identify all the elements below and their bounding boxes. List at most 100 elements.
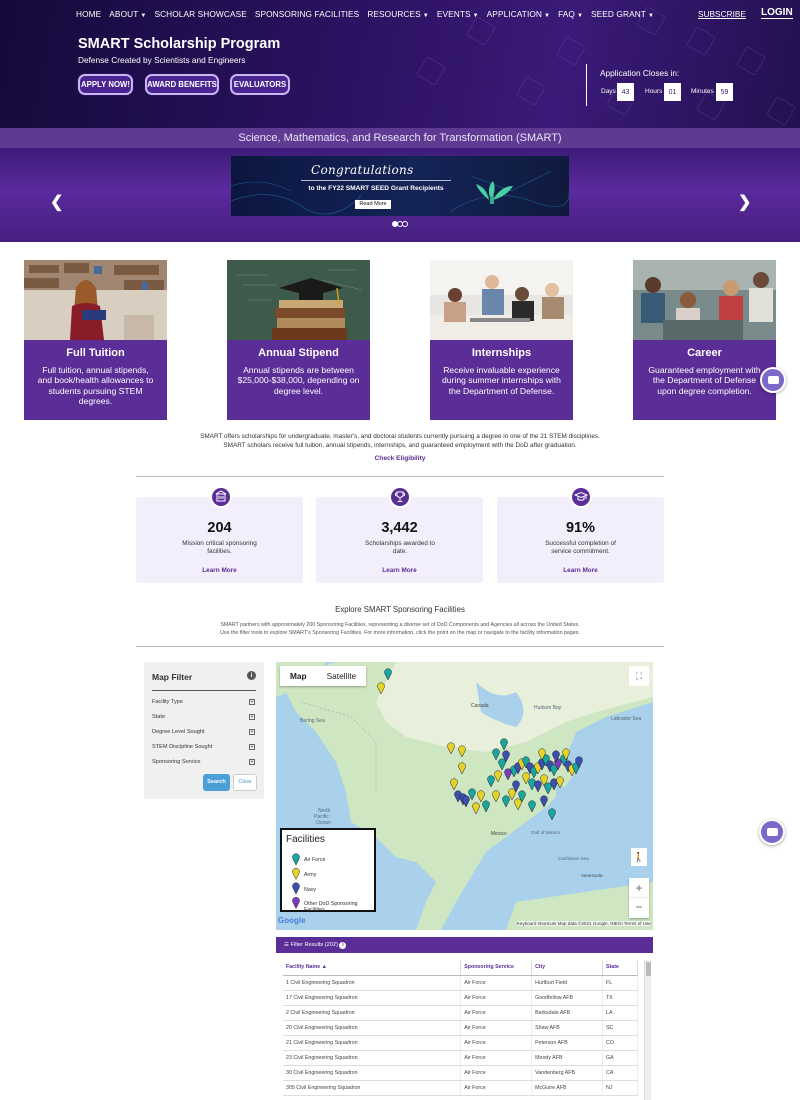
facility-marker[interactable] [292, 882, 300, 895]
filter-row-degree-level[interactable]: Degree Level Sought [152, 729, 205, 735]
benefit-card-career[interactable]: Career Guaranteed employment with the De… [633, 260, 776, 420]
stat-description: Scholarships awarded to date. [365, 540, 435, 556]
zoom-out-icon[interactable]: − [629, 898, 649, 918]
expand-icon[interactable]: + [249, 714, 255, 720]
table-cell: Vandenberg AFB [531, 1065, 603, 1081]
filter-row-stem-discipline[interactable]: STEM Discipline Sought [152, 744, 212, 750]
chevron-down-icon: ▼ [140, 13, 147, 19]
info-icon[interactable]: i [247, 671, 256, 680]
login-link[interactable]: LOGIN [761, 7, 793, 19]
tab-map[interactable]: Map [280, 666, 317, 686]
expand-icon[interactable]: + [249, 729, 255, 735]
zoom-in-icon[interactable]: + [629, 878, 649, 898]
card-body: Full tuition, annual stipends, and book/… [37, 365, 154, 407]
carousel-dot-3[interactable] [402, 221, 408, 227]
read-more-button[interactable]: Read More [355, 200, 391, 209]
chevron-down-icon: ▼ [576, 13, 584, 19]
filter-row-state[interactable]: State [152, 714, 165, 720]
facility-marker[interactable] [548, 808, 556, 821]
legend-markers [292, 853, 300, 910]
nav-item-events[interactable]: EVENTS ▼ [437, 9, 479, 21]
chat-icon[interactable] [759, 819, 785, 845]
carousel-prev-icon[interactable]: ❮ [50, 192, 63, 212]
table-row[interactable]: 21 Civil Engineering Squadron Air Force Pe… [283, 1035, 638, 1051]
explore-text-1: SMART partners with approximately 200 Sp… [220, 622, 580, 628]
column-header[interactable]: City [531, 960, 603, 976]
divider [136, 646, 664, 647]
facility-marker[interactable] [292, 896, 300, 910]
nav-item-faq[interactable]: FAQ ▼ [558, 9, 583, 21]
table-row[interactable]: 2 Civil Engineering Squadron Air Force Bar… [283, 1005, 638, 1021]
column-header[interactable]: Facility Name ▲ [283, 960, 462, 976]
svg-text:Mexico: Mexico [491, 831, 507, 837]
table-cell: 30 Civil Engineering Squadron [283, 1065, 462, 1081]
card-body: Receive invaluable experience during sum… [442, 365, 561, 396]
legend-item-navy: Navy [304, 887, 317, 893]
table-row[interactable]: 305 Civil Engineering Squadron Air Force M… [283, 1080, 638, 1096]
expand-icon[interactable]: + [249, 759, 255, 765]
card-body: Guaranteed employment with the Departmen… [648, 365, 761, 396]
legend-item-air-force: Air Force [304, 857, 326, 863]
table-row[interactable]: 30 Civil Engineering Squadron Air Force Va… [283, 1065, 638, 1081]
carousel-slide[interactable]: Congratulations to the FY22 SMART SEED G… [231, 156, 569, 216]
learn-more-link[interactable]: Learn More [136, 567, 303, 574]
fullscreen-icon[interactable]: ⛶ [629, 666, 649, 686]
table-row[interactable]: 17 Civil Engineering Squadron Air Force Go… [283, 990, 638, 1006]
column-header[interactable]: Sponsoring Service [460, 960, 533, 976]
table-scrollbar[interactable] [644, 960, 651, 1100]
column-header[interactable]: State [602, 960, 638, 976]
subscribe-link[interactable]: SUBSCRIBE [698, 9, 746, 19]
expand-icon[interactable]: + [249, 699, 255, 705]
filter-row-facility-type[interactable]: Facility Type [152, 699, 183, 705]
table-row[interactable]: 20 Civil Engineering Squadron Air Force Sh… [283, 1020, 638, 1036]
pegman-icon[interactable]: 🚶 [631, 848, 647, 866]
svg-text:Bering Sea: Bering Sea [300, 718, 325, 724]
carousel: Congratulations to the FY22 SMART SEED G… [0, 148, 800, 242]
table-cell: 1 Civil Engineering Squadron [283, 975, 462, 991]
nav-item-label: SPONSORING FACILITIES [254, 9, 360, 19]
nav-item-about[interactable]: ABOUT ▼ [109, 9, 146, 21]
learn-more-link[interactable]: Learn More [497, 567, 664, 574]
facility-marker[interactable] [292, 853, 300, 866]
facility-marker[interactable] [292, 867, 300, 881]
svg-text:Hudson Bay: Hudson Bay [534, 705, 562, 711]
benefit-card-stipend[interactable]: Annual Stipend Annual stipends are betwe… [227, 260, 370, 420]
clear-button[interactable]: Clear [233, 774, 257, 791]
table-row[interactable]: 1 Civil Engineering Squadron Air Force Hur… [283, 975, 638, 991]
table-cell: 305 Civil Engineering Squadron [283, 1080, 462, 1096]
table-cell: Air Force [460, 1035, 533, 1051]
main-nav: HOME ABOUT ▼ SCHOLAR SHOWCASE SPONSORING FAC… [76, 9, 662, 21]
carousel-next-icon[interactable]: ❯ [738, 192, 751, 212]
award-benefits-button[interactable]: AWARD BENEFITS [145, 74, 219, 95]
nav-item-scholar-showcase[interactable]: SCHOLAR SHOWCASE [154, 9, 246, 21]
legend-item-other: Other DoD Sponsoring Facilities [304, 901, 358, 913]
nav-item-resources[interactable]: RESOURCES ▼ [367, 9, 429, 21]
nav-item-seed-grant[interactable]: SEED GRANT ▼ [591, 9, 654, 21]
evaluators-button[interactable]: EVALUATORS [230, 74, 290, 95]
chat-icon[interactable] [760, 367, 786, 393]
expand-icon[interactable]: + [249, 744, 255, 750]
check-eligibility-link[interactable]: Check Eligibility [0, 455, 800, 462]
table-row[interactable]: 23 Civil Engineering Squadron Air Force Mo… [283, 1050, 638, 1066]
svg-text:Venezuela: Venezuela [581, 873, 603, 878]
table-cell: TX [602, 990, 638, 1006]
filter-row-sponsoring-service[interactable]: Sponsoring Service [152, 759, 201, 765]
legend-title: Facilities [286, 834, 325, 845]
svg-text:Labrador Sea: Labrador Sea [611, 716, 642, 722]
nav-item-home[interactable]: HOME [76, 9, 101, 21]
legend-item-army: Army [304, 872, 317, 878]
table-cell: Air Force [460, 1050, 533, 1066]
benefit-card-internships[interactable]: Internships Receive invaluable experienc… [430, 260, 573, 420]
info-icon[interactable]: i [339, 942, 347, 949]
map-attribution[interactable]: Keyboard shortcuts Map data ©2021 Google… [516, 921, 651, 926]
nav-item-application[interactable]: APPLICATION ▼ [487, 9, 550, 21]
chevron-down-icon: ▼ [422, 13, 429, 19]
search-button[interactable]: Search [203, 774, 230, 791]
learn-more-link[interactable]: Learn More [316, 567, 483, 574]
facilities-map[interactable]: Bering Sea Canada Hudson Bay Labrador Se… [276, 662, 653, 930]
chevron-down-icon: ▼ [544, 13, 551, 19]
nav-item-sponsoring-facilities[interactable]: SPONSORING FACILITIES [255, 9, 359, 21]
tab-satellite[interactable]: Satellite [317, 666, 367, 686]
benefit-card-tuition[interactable]: Full Tuition Full tuition, annual stipen… [24, 260, 167, 420]
apply-now-button[interactable]: APPLY NOW! [78, 74, 133, 95]
